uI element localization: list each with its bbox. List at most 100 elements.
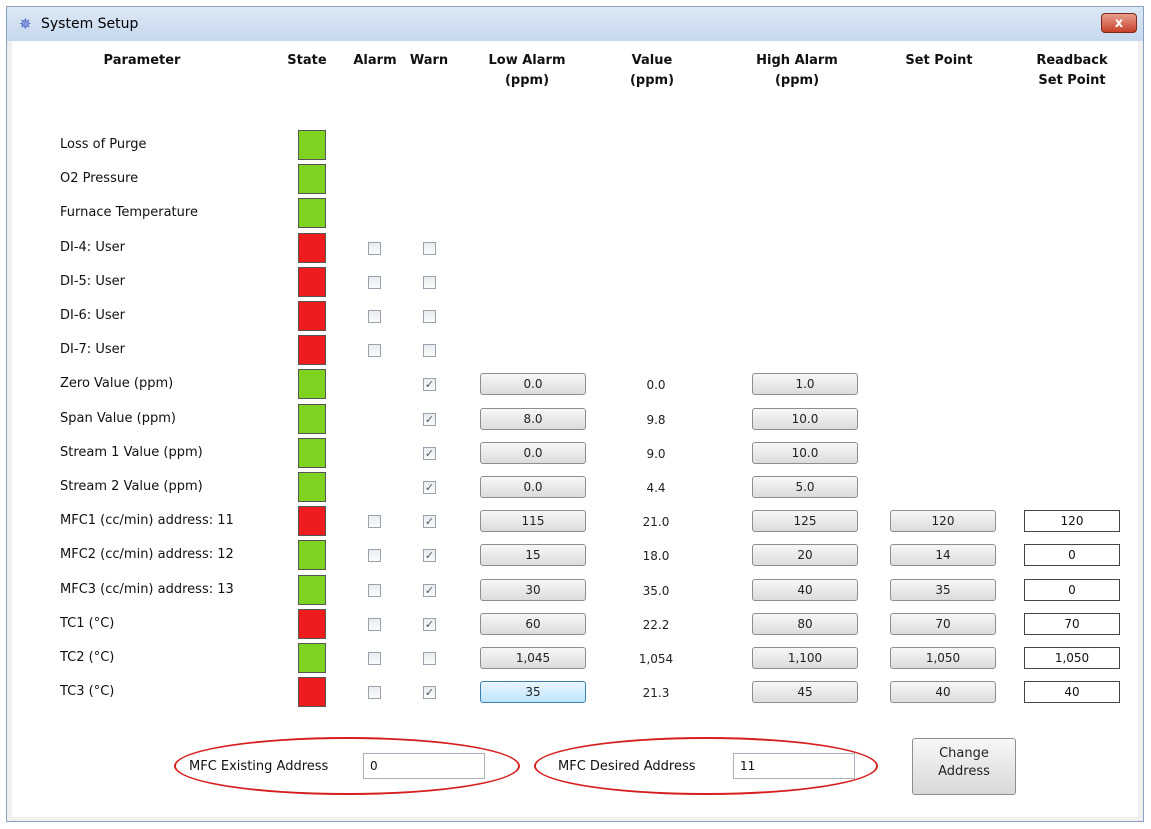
low-alarm-button[interactable]: 0.0 (480, 476, 586, 498)
change-address-button[interactable]: Change Address (912, 738, 1016, 795)
high-alarm-button[interactable]: 10.0 (752, 408, 858, 430)
alarm-checkbox[interactable] (368, 344, 381, 357)
state-indicator (298, 369, 326, 399)
state-indicator (298, 540, 326, 570)
header-high-alarm-line2: (ppm) (774, 73, 820, 88)
setup-panel: Parameter State Alarm Warn Low Alarm (pp… (12, 41, 1138, 817)
high-alarm-button[interactable]: 40 (752, 579, 858, 601)
warn-checkbox[interactable] (423, 652, 436, 665)
warn-checkbox[interactable]: ✓ (423, 378, 436, 391)
low-alarm-button[interactable]: 15 (480, 544, 586, 566)
high-alarm-button[interactable]: 45 (752, 681, 858, 703)
low-alarm-button[interactable]: 0.0 (480, 442, 586, 464)
parameter-label: DI-7: User (60, 342, 125, 357)
state-indicator (298, 506, 326, 536)
header-value: Value (ppm) (617, 51, 687, 91)
low-alarm-button[interactable]: 1,045 (480, 647, 586, 669)
low-alarm-button[interactable]: 30 (480, 579, 586, 601)
warn-checkbox[interactable]: ✓ (423, 584, 436, 597)
alarm-checkbox[interactable] (368, 686, 381, 699)
header-readback: Readback Set Point (1022, 51, 1122, 91)
set-point-button[interactable]: 1,050 (890, 647, 996, 669)
value-readout: 1,054 (638, 652, 674, 666)
low-alarm-button[interactable]: 115 (480, 510, 586, 532)
warn-checkbox[interactable]: ✓ (423, 686, 436, 699)
high-alarm-button[interactable]: 5.0 (752, 476, 858, 498)
alarm-checkbox[interactable] (368, 310, 381, 323)
value-readout: 18.0 (642, 549, 670, 563)
parameter-label: MFC2 (cc/min) address: 12 (60, 547, 234, 562)
change-address-line1: Change (939, 746, 989, 761)
readback-set-point-field: 40 (1024, 681, 1120, 703)
mfc-existing-address-label: MFC Existing Address (189, 759, 329, 774)
header-readback-line1: Readback (1036, 53, 1108, 68)
warn-checkbox[interactable]: ✓ (423, 481, 436, 494)
warn-checkbox[interactable]: ✓ (423, 618, 436, 631)
readback-set-point-field: 0 (1024, 579, 1120, 601)
mfc-desired-address-input[interactable]: 11 (733, 753, 855, 779)
header-high-alarm: High Alarm (ppm) (742, 51, 852, 91)
change-address-line2: Address (938, 764, 990, 779)
warn-checkbox[interactable] (423, 310, 436, 323)
warn-checkbox[interactable] (423, 344, 436, 357)
parameter-label: MFC1 (cc/min) address: 11 (60, 513, 234, 528)
state-indicator (298, 438, 326, 468)
warn-checkbox[interactable]: ✓ (423, 413, 436, 426)
low-alarm-button[interactable]: 60 (480, 613, 586, 635)
alarm-checkbox[interactable] (368, 584, 381, 597)
high-alarm-button[interactable]: 125 (752, 510, 858, 532)
warn-checkbox[interactable] (423, 242, 436, 255)
parameter-label: TC2 (°C) (60, 650, 115, 665)
readback-set-point-field: 0 (1024, 544, 1120, 566)
system-setup-window: ✵ System Setup x Parameter State Alarm W… (6, 6, 1144, 822)
state-indicator (298, 130, 326, 160)
header-low-alarm-line1: Low Alarm (488, 53, 566, 68)
alarm-checkbox[interactable] (368, 242, 381, 255)
state-indicator (298, 677, 326, 707)
app-gear-icon: ✵ (19, 15, 32, 33)
header-value-line1: Value (631, 53, 673, 68)
parameter-label: Furnace Temperature (60, 205, 198, 220)
warn-checkbox[interactable]: ✓ (423, 447, 436, 460)
value-readout: 21.3 (642, 686, 670, 700)
alarm-checkbox[interactable] (368, 515, 381, 528)
close-button[interactable]: x (1101, 13, 1137, 33)
header-readback-line2: Set Point (1038, 73, 1106, 88)
state-indicator (298, 472, 326, 502)
parameter-label: Stream 1 Value (ppm) (60, 445, 203, 460)
parameter-label: DI-4: User (60, 240, 125, 255)
header-value-line2: (ppm) (629, 73, 675, 88)
alarm-checkbox[interactable] (368, 276, 381, 289)
value-readout: 21.0 (642, 515, 670, 529)
low-alarm-button[interactable]: 35 (480, 681, 586, 703)
value-readout: 4.4 (646, 481, 666, 495)
low-alarm-button[interactable]: 8.0 (480, 408, 586, 430)
high-alarm-button[interactable]: 20 (752, 544, 858, 566)
header-state: State (287, 53, 327, 68)
mfc-existing-address-input[interactable]: 0 (363, 753, 485, 779)
state-indicator (298, 267, 326, 297)
set-point-button[interactable]: 40 (890, 681, 996, 703)
set-point-button[interactable]: 120 (890, 510, 996, 532)
parameter-label: TC1 (°C) (60, 616, 115, 631)
warn-checkbox[interactable]: ✓ (423, 549, 436, 562)
parameter-label: Zero Value (ppm) (60, 376, 174, 391)
high-alarm-button[interactable]: 1.0 (752, 373, 858, 395)
high-alarm-button[interactable]: 1,100 (752, 647, 858, 669)
state-indicator (298, 198, 326, 228)
state-indicator (298, 575, 326, 605)
alarm-checkbox[interactable] (368, 618, 381, 631)
high-alarm-button[interactable]: 10.0 (752, 442, 858, 464)
warn-checkbox[interactable]: ✓ (423, 515, 436, 528)
header-warn: Warn (409, 53, 449, 68)
value-readout: 9.8 (646, 413, 666, 427)
set-point-button[interactable]: 70 (890, 613, 996, 635)
alarm-checkbox[interactable] (368, 549, 381, 562)
set-point-button[interactable]: 35 (890, 579, 996, 601)
alarm-checkbox[interactable] (368, 652, 381, 665)
low-alarm-button[interactable]: 0.0 (480, 373, 586, 395)
warn-checkbox[interactable] (423, 276, 436, 289)
set-point-button[interactable]: 14 (890, 544, 996, 566)
parameter-label: DI-5: User (60, 274, 125, 289)
high-alarm-button[interactable]: 80 (752, 613, 858, 635)
